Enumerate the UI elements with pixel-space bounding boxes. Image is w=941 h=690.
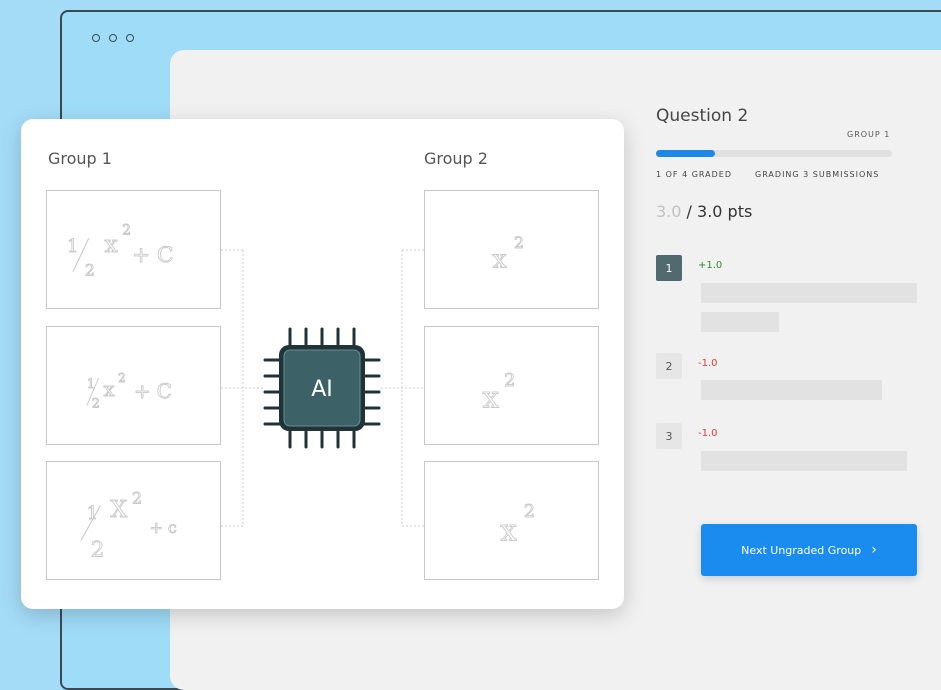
svg-text:+ C: + C	[132, 243, 174, 268]
submission-placeholder-line	[701, 312, 779, 332]
window-dot-icon[interactable]	[92, 34, 100, 42]
submission-delta: +1.0	[698, 260, 723, 271]
group-1-answer[interactable]: 1 2 x 2 + C	[46, 190, 221, 309]
svg-text:x: x	[104, 378, 115, 401]
handwritten-answer: 1 2 x 2 + C	[86, 371, 172, 412]
window-dot-icon[interactable]	[126, 34, 134, 42]
svg-text:+ c: + c	[150, 518, 177, 537]
submissions-count: GRADING 3 SUBMISSIONS	[755, 170, 880, 179]
window-dot-icon[interactable]	[109, 34, 117, 42]
svg-text:x: x	[104, 230, 118, 258]
svg-text:2: 2	[118, 371, 126, 385]
next-button-label: Next Ungraded Group	[741, 543, 862, 557]
svg-text:+ C: + C	[134, 380, 172, 403]
submission-number[interactable]: 1	[656, 255, 682, 281]
group-2-answer[interactable]: x 2	[424, 326, 599, 445]
handwritten-answer: 1 2 x 2 + C	[67, 222, 174, 280]
grading-progress-bar	[656, 150, 892, 157]
svg-text:x: x	[500, 514, 517, 548]
handwritten-answer: x 2	[492, 233, 525, 276]
svg-text:1: 1	[67, 237, 78, 257]
handwritten-answer: x 2	[500, 502, 536, 548]
group-2-answer[interactable]: x 2	[424, 190, 599, 309]
svg-text:2: 2	[91, 537, 105, 562]
submission-placeholder-line	[701, 380, 882, 400]
submission-placeholder-line	[701, 283, 917, 303]
svg-text:2: 2	[92, 397, 100, 412]
chevron-right-icon: ›	[871, 542, 877, 558]
window-controls	[92, 34, 134, 42]
group-1-answer[interactable]: 1 2 x 2 + C	[46, 326, 221, 445]
group-label: GROUP 1	[847, 130, 891, 139]
score-value: 3.0	[656, 202, 682, 221]
max-points: / 3.0 pts	[686, 202, 753, 221]
svg-text:2: 2	[85, 261, 95, 280]
svg-text:2: 2	[504, 371, 515, 391]
ai-chip-icon: AI	[263, 327, 381, 449]
graded-count: 1 OF 4 GRADED	[656, 170, 732, 179]
svg-text:2: 2	[524, 502, 535, 522]
points-display: 3.0 / 3.0 pts	[656, 202, 752, 221]
next-ungraded-group-button[interactable]: Next Ungraded Group ›	[701, 524, 917, 576]
grading-progress-fill	[656, 150, 715, 157]
ai-label: AI	[311, 377, 333, 402]
submission-delta: -1.0	[698, 428, 718, 439]
group-1-answer[interactable]: 1 2 X 2 + c	[46, 461, 221, 580]
svg-text:2: 2	[514, 233, 524, 252]
question-title: Question 2	[656, 106, 749, 126]
svg-text:x: x	[492, 245, 507, 275]
submission-number[interactable]: 2	[656, 353, 682, 379]
handwritten-answer: 1 2 X 2 + c	[80, 488, 177, 563]
ai-grouping-card: Group 1 Group 2 1 2 x 2 + C 1 2 x 2 + C	[21, 119, 624, 609]
svg-text:x: x	[482, 381, 499, 415]
group-2-answer[interactable]: x 2	[424, 461, 599, 580]
submission-number[interactable]: 3	[656, 423, 682, 449]
svg-text:2: 2	[122, 222, 131, 238]
handwritten-answer: x 2	[482, 371, 516, 416]
svg-text:2: 2	[132, 488, 142, 507]
submission-placeholder-line	[701, 451, 907, 471]
svg-text:X: X	[110, 495, 127, 523]
submission-delta: -1.0	[698, 358, 718, 369]
svg-text:1: 1	[87, 504, 98, 524]
